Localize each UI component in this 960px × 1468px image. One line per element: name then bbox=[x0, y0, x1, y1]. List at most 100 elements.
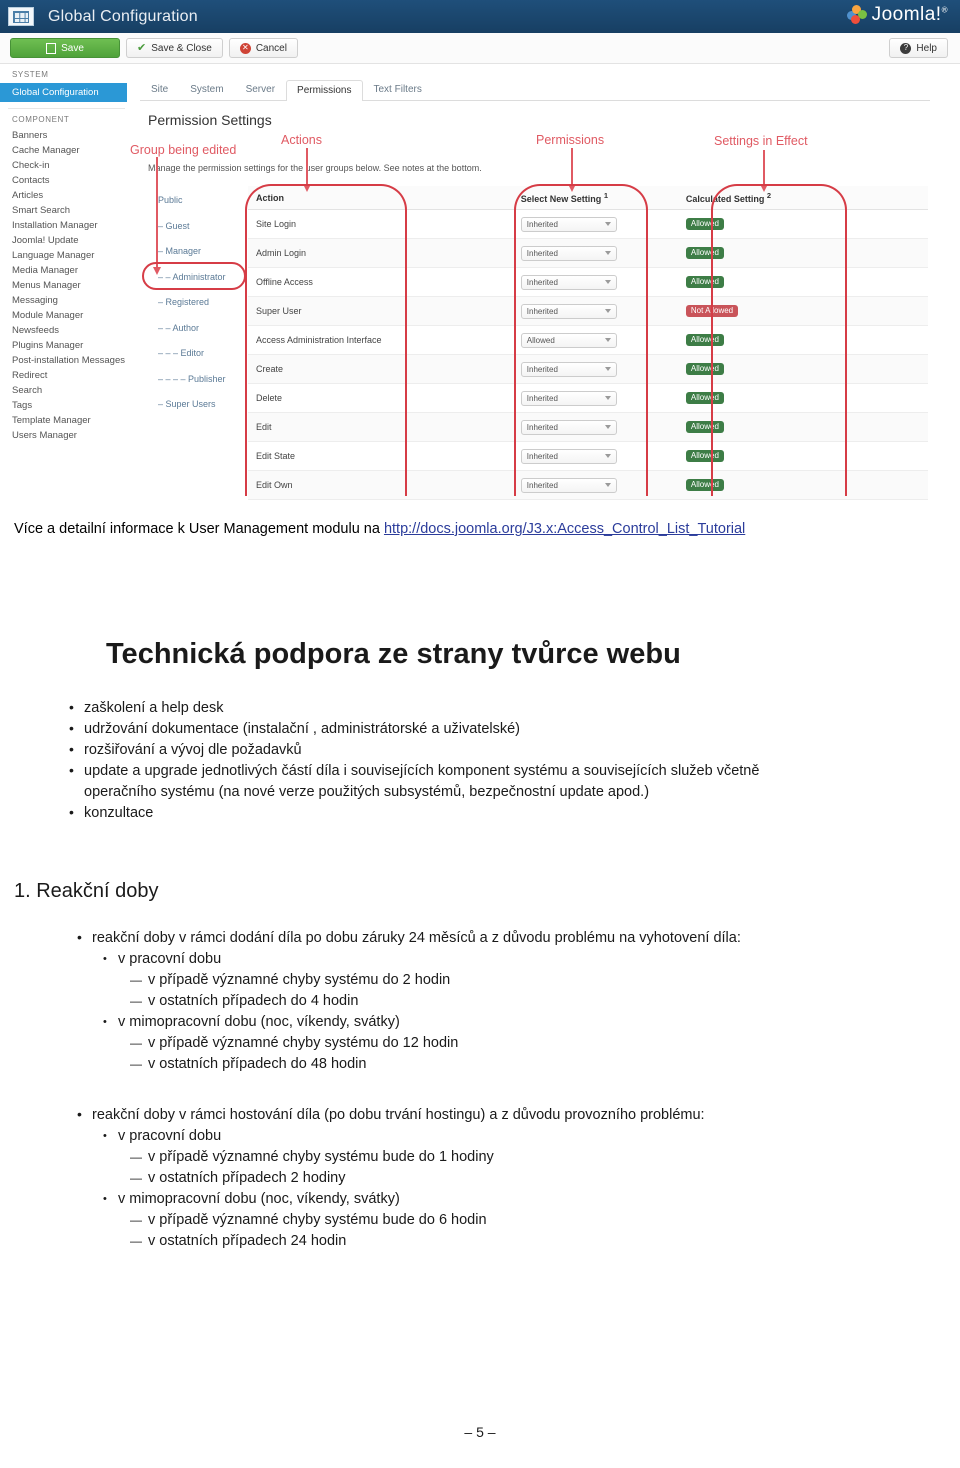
cell-select-setting: Allowed bbox=[512, 325, 678, 355]
permission-select-value: Inherited bbox=[526, 364, 558, 374]
permission-select[interactable]: Inherited bbox=[520, 216, 617, 232]
permission-select[interactable]: Inherited bbox=[520, 303, 617, 319]
sidebar-item[interactable]: Template Manager bbox=[0, 413, 133, 428]
table-row: Delete Inherited Allowed bbox=[248, 383, 928, 413]
sidebar-item[interactable]: Search bbox=[0, 383, 133, 398]
user-group-item[interactable]: – – – Editor bbox=[158, 341, 246, 367]
cell-action: Access Administration Interface bbox=[248, 325, 513, 355]
list-item-sub: v mimopracovní dobu (noc, víkendy, svátk… bbox=[100, 1189, 952, 1210]
sidebar-item[interactable]: Cache Manager bbox=[0, 143, 133, 158]
permission-select[interactable]: Allowed bbox=[520, 332, 617, 348]
save-and-close-button[interactable]: ✔ Save & Close bbox=[126, 38, 223, 58]
sidebar-item[interactable]: Plugins Manager bbox=[0, 338, 133, 353]
annotation-permissions: Permissions bbox=[536, 133, 605, 147]
sidebar-item[interactable]: Smart Search bbox=[0, 203, 133, 218]
user-group-item[interactable]: Public bbox=[158, 188, 246, 214]
permission-select-value: Inherited bbox=[526, 306, 558, 316]
user-group-item[interactable]: – Guest bbox=[158, 214, 246, 240]
cancel-button-label: Cancel bbox=[255, 42, 287, 54]
admin-header-bar: Global Configuration Joomla!® bbox=[0, 0, 960, 33]
page-title: Global Configuration bbox=[48, 7, 198, 25]
tab-server[interactable]: Server bbox=[235, 79, 286, 100]
sidebar-item[interactable]: Redirect bbox=[0, 368, 133, 383]
cell-select-setting: Inherited bbox=[512, 296, 678, 326]
list-item: udržování dokumentace (instalační , admi… bbox=[66, 718, 946, 740]
user-group-item[interactable]: – – – – Publisher bbox=[158, 367, 246, 393]
annotation-settings-in-effect: Settings in Effect bbox=[714, 134, 808, 148]
list-item: zaškolení a help desk bbox=[66, 697, 946, 719]
select-header-footnote: 1 bbox=[603, 191, 608, 200]
sidebar-item-list: Banners Cache Manager Check-in Contacts Arti… bbox=[0, 128, 133, 443]
user-group-item[interactable]: – Manager bbox=[158, 239, 246, 265]
permissions-table: Action Select New Setting 1 Calculated S… bbox=[248, 186, 928, 500]
user-group-item[interactable]: – Super Users bbox=[158, 392, 246, 418]
permission-select[interactable]: Inherited bbox=[520, 390, 617, 406]
sidebar-item[interactable]: Joomla! Update bbox=[0, 233, 133, 248]
cell-calculated-setting: Allowed bbox=[677, 267, 928, 297]
tab-permissions[interactable]: Permissions bbox=[286, 80, 363, 101]
tab-text-filters[interactable]: Text Filters bbox=[363, 79, 433, 100]
sidebar-item[interactable]: Users Manager bbox=[0, 428, 133, 443]
table-row: Site Login Inherited Allowed bbox=[248, 209, 928, 239]
sidebar-item[interactable]: Menus Manager bbox=[0, 278, 133, 293]
sidebar-item[interactable]: Check-in bbox=[0, 158, 133, 173]
check-icon: ✔ bbox=[137, 41, 147, 54]
sidebar-item[interactable]: Messaging bbox=[0, 293, 133, 308]
permission-select[interactable]: Inherited bbox=[520, 477, 617, 493]
tab-system[interactable]: System bbox=[179, 79, 234, 100]
annotation-arrow-settings bbox=[760, 150, 768, 192]
reference-link-prefix: Více a detailní informace k User Managem… bbox=[14, 521, 384, 537]
cancel-button[interactable]: ✕ Cancel bbox=[228, 38, 298, 58]
sidebar-item[interactable]: Articles bbox=[0, 188, 133, 203]
annotation-arrow-permissions bbox=[568, 148, 576, 192]
table-row: Admin Login Inherited Allowed bbox=[248, 238, 928, 268]
save-button[interactable]: Save bbox=[10, 38, 120, 58]
permission-select[interactable]: Inherited bbox=[520, 448, 617, 464]
sidebar-section-system: SYSTEM bbox=[12, 70, 49, 79]
sidebar-item[interactable]: Banners bbox=[0, 128, 133, 143]
chevron-down-icon bbox=[604, 483, 611, 487]
joomla-admin-screenshot: Global Configuration Joomla!® Save ✔ Sav… bbox=[0, 0, 960, 500]
save-button-label: Save bbox=[61, 42, 84, 54]
cell-select-setting: Inherited bbox=[512, 470, 678, 500]
user-group-list: Public – Guest – Manager – – Administrator –… bbox=[158, 188, 246, 418]
permission-select[interactable]: Inherited bbox=[520, 419, 617, 435]
tab-site[interactable]: Site bbox=[140, 79, 179, 100]
status-badge: Allowed bbox=[685, 246, 724, 260]
reference-link-line: Více a detailní informace k User Managem… bbox=[14, 521, 954, 537]
status-badge: Allowed bbox=[685, 449, 724, 463]
user-group-item[interactable]: – Registered bbox=[158, 290, 246, 316]
permission-select[interactable]: Inherited bbox=[520, 361, 617, 377]
list-item-dash: v ostatních případech 2 hodiny bbox=[130, 1168, 952, 1189]
docs-joomla-link[interactable]: http://docs.joomla.org/J3.x:Access_Contr… bbox=[384, 521, 745, 537]
permission-select[interactable]: Inherited bbox=[520, 274, 617, 290]
permission-settings-description: Manage the permission settings for the u… bbox=[148, 163, 482, 173]
chevron-down-icon bbox=[604, 425, 611, 429]
table-row: Edit State Inherited Allowed bbox=[248, 441, 928, 471]
sidebar-item[interactable]: Tags bbox=[0, 398, 133, 413]
user-group-item[interactable]: – – Author bbox=[158, 316, 246, 342]
joomla-logo-icon bbox=[846, 4, 868, 26]
chevron-down-icon bbox=[604, 222, 611, 226]
sidebar-item[interactable]: Language Manager bbox=[0, 248, 133, 263]
list-item-dash: v případě významné chyby systému bude do… bbox=[130, 1210, 952, 1231]
chevron-down-icon bbox=[604, 338, 611, 342]
help-button[interactable]: ? Help bbox=[889, 38, 948, 58]
admin-toolbar: Save ✔ Save & Close ✕ Cancel ? Help bbox=[0, 33, 960, 64]
sidebar-item[interactable]: Newsfeeds bbox=[0, 323, 133, 338]
user-group-item[interactable]: – – Administrator bbox=[158, 265, 246, 291]
cell-calculated-setting: Allowed bbox=[677, 441, 928, 471]
chevron-down-icon bbox=[604, 251, 611, 255]
chevron-down-icon bbox=[604, 367, 611, 371]
sidebar-item[interactable]: Post-installation Messages bbox=[0, 353, 133, 368]
permission-select[interactable]: Inherited bbox=[520, 245, 617, 261]
cell-select-setting: Inherited bbox=[512, 412, 678, 442]
cancel-icon: ✕ bbox=[239, 42, 251, 54]
sidebar-item[interactable]: Media Manager bbox=[0, 263, 133, 278]
sidebar-item-global-configuration[interactable]: Global Configuration bbox=[0, 83, 127, 102]
sidebar-item[interactable]: Installation Manager bbox=[0, 218, 133, 233]
sidebar-item[interactable]: Module Manager bbox=[0, 308, 133, 323]
sidebar-item[interactable]: Contacts bbox=[0, 173, 133, 188]
save-icon bbox=[46, 42, 57, 54]
settings-tabs: Site System Server Permissions Text Filters bbox=[140, 76, 930, 101]
